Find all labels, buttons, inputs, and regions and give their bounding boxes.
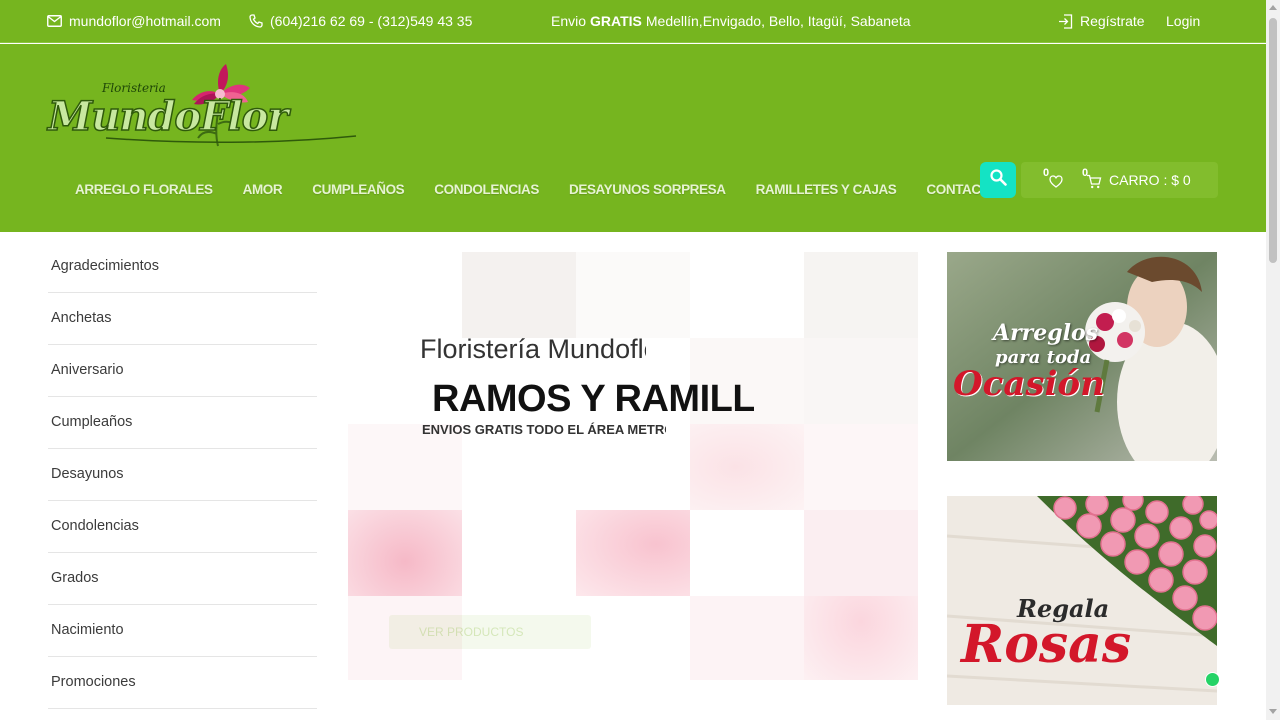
page-scrollbar[interactable] [1266,0,1280,720]
banner1-line1: Arreglos [993,320,1099,346]
banner1-line3: Ocasión [953,364,1105,404]
hero-slider[interactable]: Floristería Mundoflor RAMOS Y RAMILLETES… [348,252,918,680]
phone-contact[interactable]: (604)216 62 69 - (312)549 43 35 [249,13,472,29]
category-item[interactable]: Agradecimientos [48,241,317,293]
shipping-notice: Envio GRATIS Medellín,Envigado, Bello, I… [551,13,911,29]
category-item[interactable]: Aniversario [48,345,317,397]
logo-main-text: MundoFlor [46,93,291,140]
phone-icon [249,14,263,28]
slide-tile [804,338,918,424]
nav-item-arreglos[interactable]: ARREGLO FLORALES [60,182,228,197]
search-button[interactable] [980,162,1016,198]
whatsapp-icon[interactable] [1205,672,1220,687]
slide-tile [804,252,918,338]
slide-tile [804,596,918,680]
main-nav: ARREGLO FLORALES AMOR CUMPLEAÑOS CONDOLE… [60,182,1013,197]
nav-item-ramilletes[interactable]: RAMILLETES Y CAJAS [741,182,912,197]
shipping-places: Medellín,Envigado, Bello, Itagüí, Sabane… [645,13,911,29]
slide-tile [690,596,804,680]
category-item[interactable]: Desayunos [48,449,317,501]
logo-graphic: Floristeria MundoFlor [45,64,357,147]
login-link[interactable]: Login [1166,13,1200,29]
shipping-bold: GRATIS [590,13,642,29]
cart-icon[interactable] [1086,174,1102,194]
category-sidebar: Agradecimientos Anchetas Aniversario Cum… [48,241,317,709]
category-item[interactable]: Cumpleaños [48,397,317,449]
top-bar: mundoflor@hotmail.com (604)216 62 69 - (… [0,0,1266,43]
login-label: Login [1166,13,1201,29]
category-item[interactable]: Anchetas [48,293,317,345]
site-logo[interactable]: Floristeria MundoFlor [45,64,358,156]
search-icon [989,169,1007,191]
category-item[interactable]: Promociones [48,657,317,709]
category-item[interactable]: Nacimiento [48,605,317,657]
category-item[interactable]: Grados [48,553,317,605]
email-contact[interactable]: mundoflor@hotmail.com [47,13,221,29]
nav-item-amor[interactable]: AMOR [228,182,298,197]
banner2-line2: Rosas [961,614,1132,675]
shipping-prefix: Envio [551,13,587,29]
slide-tile [690,424,804,510]
slide-cta-button[interactable]: VER PRODUCTOS [389,615,591,649]
slide-tile [804,424,918,510]
register-label: Regístrate [1080,13,1145,29]
scrollbar-thumb[interactable] [1269,18,1277,263]
banner-occasions[interactable]: Arreglos para toda Ocasión [947,252,1217,461]
slide-title: RAMOS Y RAMILLETES [432,378,754,420]
login-enter-icon [1058,13,1073,29]
category-item[interactable]: Condolencias [48,501,317,553]
slide-subtitle: ENVIOS GRATIS TODO EL ÁREA METROPOLITANA [422,422,666,437]
phone-text: (604)216 62 69 - (312)549 43 35 [270,13,473,29]
slide-tile [348,510,462,596]
slide-tile [576,252,690,338]
main-header: Floristeria MundoFlor ARREGLO FLORALES A… [0,44,1266,232]
nav-item-desayunos[interactable]: DESAYUNOS SORPRESA [554,182,741,197]
nav-item-cumpleanos[interactable]: CUMPLEAÑOS [297,182,419,197]
nav-item-condolencias[interactable]: CONDOLENCIAS [419,182,554,197]
slide-tile [804,510,918,596]
scroll-up-arrow-icon[interactable] [1269,5,1277,10]
cart-label[interactable]: CARRO : $ 0 [1109,172,1191,188]
register-link[interactable]: Regístrate [1058,13,1145,29]
slide-tile [576,510,690,596]
banner-roses[interactable]: Regala Rosas [947,496,1217,705]
cart-widget: 0 0 CARRO : $ 0 [1021,162,1218,198]
email-text: mundoflor@hotmail.com [69,13,221,29]
slide-tile [462,252,576,338]
heart-icon[interactable] [1049,175,1063,193]
slide-pretitle: Floristería Mundoflor [420,334,646,364]
envelope-icon [47,15,62,27]
scroll-down-arrow-icon[interactable] [1269,709,1277,714]
